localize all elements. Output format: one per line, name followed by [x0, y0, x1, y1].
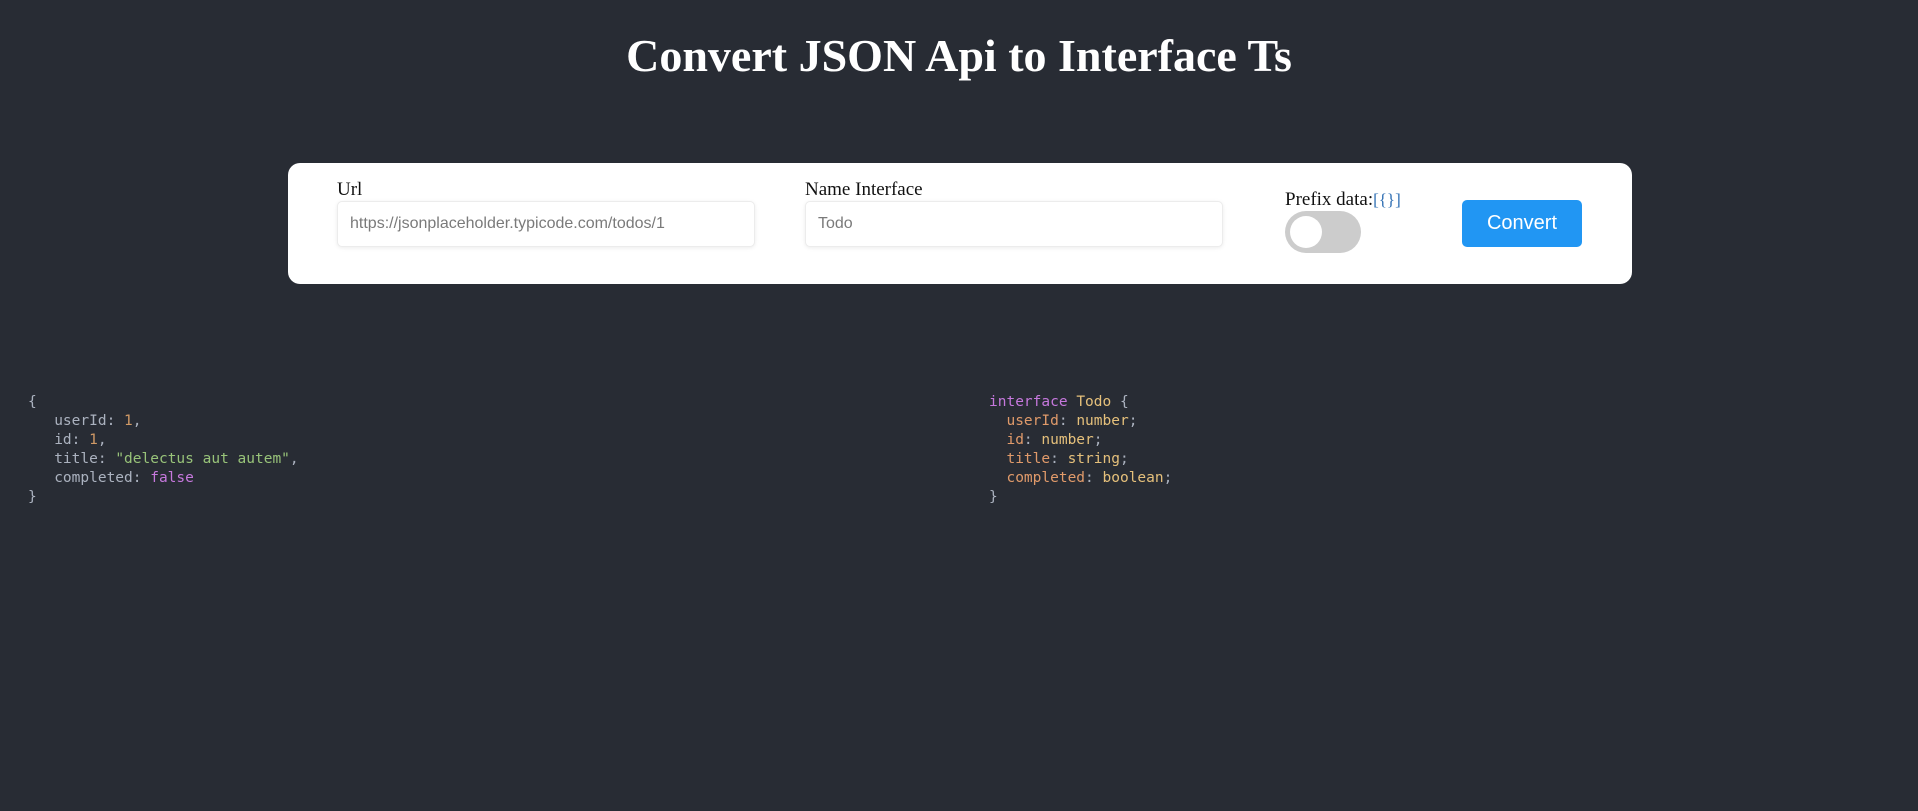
page-title: Convert JSON Api to Interface Ts [626, 30, 1292, 81]
json-punct: , [289, 451, 299, 467]
curly-braces-icon: [{}] [1373, 190, 1401, 209]
brace-text: { [1111, 394, 1129, 410]
url-label: Url [337, 179, 363, 200]
ts-interface-name: Todo [1076, 394, 1112, 410]
json-value: false [150, 470, 194, 486]
ts-semicolon: ; [1119, 451, 1129, 467]
ts-field-row: completed: boolean; [989, 469, 1172, 488]
ts-field-row: title: string; [989, 450, 1172, 469]
name-interface-label: Name Interface [805, 179, 923, 200]
brace-text: { [28, 394, 37, 410]
prefix-data-text: Prefix data: [1285, 189, 1374, 210]
json-open-brace: { [28, 393, 299, 412]
json-field-row: completed: false [28, 469, 299, 488]
json-punct: , [132, 413, 142, 429]
brace-text: } [28, 489, 37, 505]
ts-close-brace: } [989, 488, 1172, 507]
json-field-row: userId: 1, [28, 412, 299, 431]
convert-button[interactable]: Convert [1462, 200, 1582, 247]
json-key: userId: [28, 413, 125, 429]
ts-keyword: interface [989, 394, 1068, 410]
ts-type: number [1076, 413, 1129, 429]
ts-space [1068, 394, 1077, 410]
ts-field-row: userId: number; [989, 412, 1172, 431]
json-value: "delectus aut autem" [115, 451, 290, 467]
ts-field-row: id: number; [989, 431, 1172, 450]
ts-colon: : [1085, 470, 1103, 486]
json-punct: , [97, 432, 107, 448]
url-input[interactable] [337, 201, 755, 247]
json-close-brace: } [28, 488, 299, 507]
json-value: 1 [124, 413, 133, 429]
json-key: completed: [28, 470, 151, 486]
json-field-row: id: 1, [28, 431, 299, 450]
ts-semicolon: ; [1128, 413, 1138, 429]
ts-type: number [1041, 432, 1094, 448]
ts-type: string [1067, 451, 1120, 467]
json-output-panel: { userId: 1, id: 1, title: "delectus aut… [28, 393, 299, 507]
ts-prop: completed [989, 470, 1086, 486]
converter-form-card: Url Name Interface Prefix data:[{}] Conv… [288, 163, 1632, 284]
ts-type: boolean [1102, 470, 1164, 486]
json-field-row: title: "delectus aut autem", [28, 450, 299, 469]
brace-text: } [989, 489, 998, 505]
ts-colon: : [1058, 413, 1077, 429]
toggle-knob [1290, 216, 1322, 248]
name-interface-input[interactable] [805, 201, 1223, 247]
prefix-data-label: Prefix data:[{}] [1285, 189, 1401, 211]
ts-semicolon: ; [1093, 432, 1103, 448]
ts-colon: : [1023, 432, 1042, 448]
ts-interface-header: interface Todo { [989, 393, 1172, 412]
ts-colon: : [1050, 451, 1068, 467]
ts-semicolon: ; [1163, 470, 1173, 486]
json-key: title: [28, 451, 116, 467]
ts-interface-output-panel: interface Todo { userId: number; id: num… [989, 393, 1172, 507]
ts-prop: id [989, 432, 1024, 448]
prefix-data-toggle[interactable] [1285, 211, 1361, 253]
ts-prop: userId [989, 413, 1059, 429]
json-key: id: [28, 432, 90, 448]
ts-prop: title [989, 451, 1051, 467]
json-value: 1 [89, 432, 98, 448]
